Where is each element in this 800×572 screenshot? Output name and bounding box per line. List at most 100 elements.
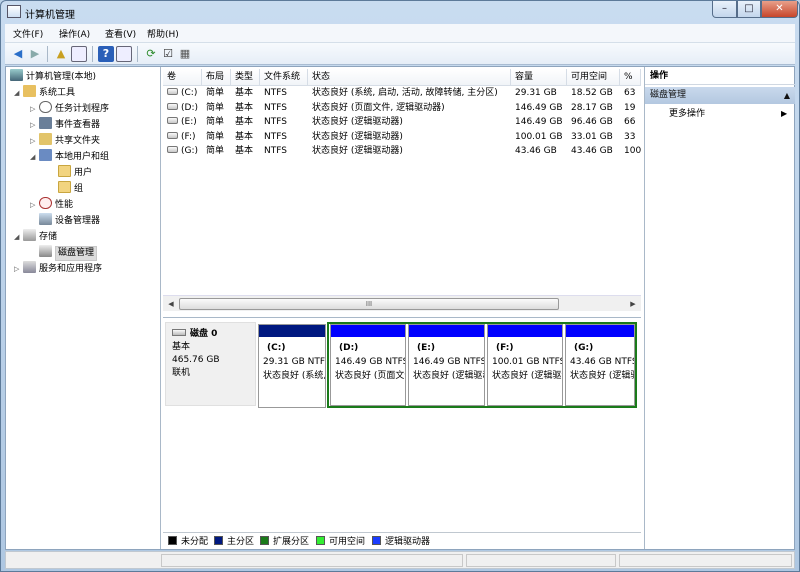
tree-item-users[interactable]: 用户 xyxy=(58,165,92,180)
collapsed-arrow-icon[interactable]: ▷ xyxy=(30,102,39,117)
tree-item-system-tools[interactable]: ◢ 系统工具 xyxy=(14,85,75,100)
show-hide-tree-icon[interactable] xyxy=(71,46,87,62)
back-icon[interactable]: ◀ xyxy=(10,46,26,62)
table-cell: 基本 xyxy=(235,117,254,127)
menu-view[interactable]: 查看(V) xyxy=(105,27,136,40)
column-header-free-space[interactable]: 可用空间 xyxy=(567,69,620,86)
more-actions-item[interactable]: 更多操作 ▶ xyxy=(669,107,787,121)
tree-item-storage[interactable]: ◢ 存储 xyxy=(14,229,57,244)
disk-info-panel[interactable]: 磁盘 0 基本 465.76 GB 联机 xyxy=(165,322,256,406)
table-cell: 63 xyxy=(624,88,636,98)
show-action-pane-icon[interactable] xyxy=(116,46,132,62)
submenu-arrow-icon: ▶ xyxy=(781,109,788,118)
table-cell: NTFS xyxy=(264,131,287,142)
tree-item-local-users-groups[interactable]: ◢ 本地用户和组 xyxy=(30,149,109,164)
horizontal-scrollbar[interactable]: ◀ III ▶ xyxy=(163,295,641,311)
table-cell: 18.52 GB xyxy=(571,88,613,98)
table-row[interactable]: (G:) 简单 基本 NTFS 状态良好 (逻辑驱动器) 43.46 GB 43.46 GB… xyxy=(163,144,641,158)
table-cell: 29.31 GB xyxy=(515,88,557,98)
expanded-arrow-icon[interactable]: ◢ xyxy=(14,86,23,101)
collapsed-arrow-icon[interactable]: ▷ xyxy=(30,198,39,213)
legend-swatch xyxy=(372,536,381,545)
tree-item-device-manager[interactable]: 设备管理器 xyxy=(39,213,100,228)
table-cell: 146.49 GB xyxy=(515,102,563,113)
table-cell: 简单 xyxy=(206,102,225,113)
column-header-filesystem[interactable]: 文件系统 xyxy=(260,69,308,86)
menu-help[interactable]: 帮助(H) xyxy=(147,27,179,40)
table-cell: 简单 xyxy=(206,88,225,98)
scroll-left-icon[interactable]: ◀ xyxy=(165,298,177,310)
storage-icon xyxy=(23,229,36,241)
column-header-percent[interactable]: % xyxy=(620,69,641,86)
menu-action[interactable]: 操作(A) xyxy=(59,27,90,40)
up-folder-icon[interactable]: ▲ xyxy=(53,46,69,62)
partition-f[interactable]: (F:) 100.01 GB NTFS 状态良好 (逻辑驱动器) xyxy=(487,324,563,406)
users-icon xyxy=(39,149,52,161)
expanded-arrow-icon[interactable]: ◢ xyxy=(30,150,39,165)
menu-file[interactable]: 文件(F) xyxy=(13,27,43,40)
partition-e[interactable]: (E:) 146.49 GB NTFS 状态良好 (逻辑驱动器) xyxy=(408,324,485,406)
tree-item-event-viewer[interactable]: ▷ 事件查看器 xyxy=(30,117,100,132)
partition-size: 146.49 GB NTFS xyxy=(413,357,484,367)
maximize-button[interactable]: □ xyxy=(737,1,761,18)
tree-item-task-scheduler[interactable]: ▷ 任务计划程序 xyxy=(30,101,109,116)
legend-free-space: 可用空间 xyxy=(316,536,365,547)
table-cell: (C:) xyxy=(163,86,202,100)
legend-swatch xyxy=(316,536,325,545)
logical-drive-bar xyxy=(488,325,562,337)
expanded-arrow-icon[interactable]: ◢ xyxy=(14,230,23,245)
services-icon xyxy=(23,261,36,273)
table-row[interactable]: (E:) 简单 基本 NTFS 状态良好 (逻辑驱动器) 146.49 GB 96.46 G… xyxy=(163,115,641,129)
disk-type: 基本 xyxy=(172,342,191,352)
partition-g[interactable]: (G:) 43.46 GB NTFS 状态良好 (逻辑驱动器) xyxy=(565,324,635,406)
refresh-icon[interactable]: ⟳ xyxy=(143,46,159,62)
title-bar[interactable]: 计算机管理 – □ ✕ xyxy=(1,1,799,23)
minimize-button[interactable]: – xyxy=(712,1,737,18)
collapsed-arrow-icon[interactable]: ▷ xyxy=(14,262,23,277)
partition-c[interactable]: (C:) 29.31 GB NTFS 状态良好 (系统, 启动, 活动, 故障转… xyxy=(258,324,326,408)
logical-drive-bar xyxy=(409,325,484,337)
table-cell: 33 xyxy=(624,131,636,142)
legend-logical-drive: 逻辑驱动器 xyxy=(372,536,430,547)
column-header-layout[interactable]: 布局 xyxy=(202,69,231,86)
tree-item-computer-management[interactable]: 计算机管理(本地) xyxy=(10,69,96,84)
tree-item-disk-management[interactable]: 磁盘管理 xyxy=(39,245,98,261)
table-cell: (G:) xyxy=(163,144,202,158)
column-header-volume[interactable]: 卷 xyxy=(163,69,202,86)
partition-label: (G:) xyxy=(574,343,594,353)
table-row[interactable]: (F:) 简单 基本 NTFS 状态良好 (逻辑驱动器) 100.01 GB 33.01 G… xyxy=(163,130,641,144)
help-icon[interactable]: ? xyxy=(98,46,114,62)
collapsed-arrow-icon[interactable]: ▷ xyxy=(30,118,39,133)
tree-item-services-applications[interactable]: ▷ 服务和应用程序 xyxy=(14,261,102,276)
extended-partition: (D:) 146.49 GB NTFS 状态良好 (页面文件, 逻辑驱动器) (… xyxy=(327,322,637,408)
table-row[interactable]: (D:) 简单 基本 NTFS 状态良好 (页面文件, 逻辑驱动器) 146.49 GB 2… xyxy=(163,101,641,115)
column-header-capacity[interactable]: 容量 xyxy=(511,69,567,86)
forward-icon[interactable]: ▶ xyxy=(27,46,43,62)
table-cell: (F:) xyxy=(163,130,202,144)
table-cell: 状态良好 (页面文件, 逻辑驱动器) xyxy=(312,102,445,113)
shared-folder-icon xyxy=(39,133,52,145)
actions-section-disk-management[interactable]: 磁盘管理 ▲ xyxy=(645,87,795,104)
tree-item-performance[interactable]: ▷ 性能 xyxy=(30,197,73,212)
partition-d[interactable]: (D:) 146.49 GB NTFS 状态良好 (页面文件, 逻辑驱动器) xyxy=(330,324,406,406)
legend-swatch xyxy=(214,536,223,545)
properties-icon[interactable]: ☑ xyxy=(160,46,176,62)
table-row[interactable]: (C:) 简单 基本 NTFS 状态良好 (系统, 启动, 活动, 故障转储, 主分区)… xyxy=(163,86,641,100)
tree-item-groups[interactable]: 组 xyxy=(58,181,83,196)
collapse-arrow-icon[interactable]: ▲ xyxy=(784,87,790,104)
column-header-status[interactable]: 状态 xyxy=(308,69,511,86)
close-button[interactable]: ✕ xyxy=(761,1,798,18)
table-cell: 简单 xyxy=(206,131,225,142)
scrollbar-thumb[interactable]: III xyxy=(179,298,559,310)
scroll-right-icon[interactable]: ▶ xyxy=(627,298,639,310)
collapsed-arrow-icon[interactable]: ▷ xyxy=(30,134,39,149)
partition-size: 43.46 GB NTFS xyxy=(570,357,634,367)
table-cell: 100.01 GB xyxy=(515,131,563,142)
main-content: 计算机管理(本地) ◢ 系统工具 ▷ 任务计划程序 ▷ 事件查看器 ▷ 共享文件夹 ◢ 本… xyxy=(5,66,795,550)
legend-unallocated: 未分配 xyxy=(168,536,208,547)
toolbar-separator xyxy=(92,46,93,62)
column-header-type[interactable]: 类型 xyxy=(231,69,260,86)
disk-icon[interactable]: ▦ xyxy=(177,46,193,62)
tree-item-shared-folders[interactable]: ▷ 共享文件夹 xyxy=(30,133,100,148)
status-panel xyxy=(466,554,616,567)
